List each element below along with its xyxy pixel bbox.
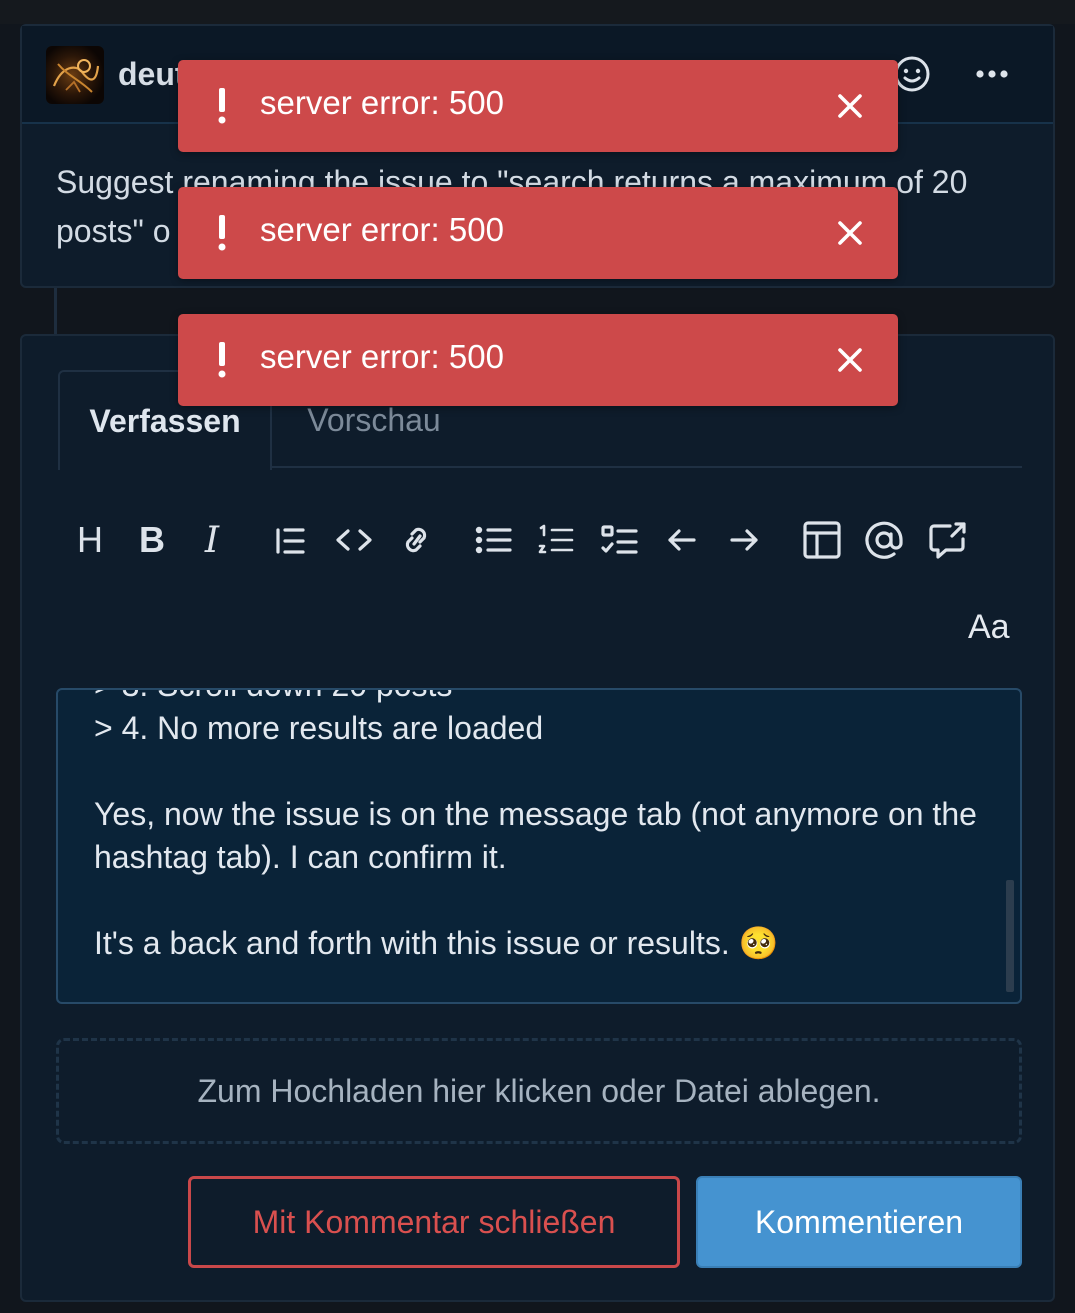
timeline-line xyxy=(54,288,57,334)
close-icon[interactable] xyxy=(832,342,868,378)
markdown-toolbar: H B I xyxy=(68,516,1028,564)
close-icon[interactable] xyxy=(832,88,868,124)
top-strip xyxy=(0,0,1075,24)
ellipsis-icon[interactable] xyxy=(970,52,1014,96)
heading-label: H xyxy=(77,519,103,560)
comment-author[interactable]: deut xyxy=(118,56,186,93)
dragon-avatar-icon xyxy=(52,59,100,93)
textarea-scrollbar[interactable] xyxy=(1006,880,1014,992)
error-toast: server error: 500 xyxy=(178,60,898,152)
toast-message: server error: 500 xyxy=(260,338,504,375)
toast-message: server error: 500 xyxy=(260,211,504,248)
table-icon[interactable] xyxy=(800,516,844,564)
quote-icon[interactable] xyxy=(268,516,312,564)
close-icon[interactable] xyxy=(832,215,868,251)
comment-textarea[interactable]: > 3. Scroll down 20 posts > 4. No more r… xyxy=(56,688,1022,1004)
exclamation-icon xyxy=(218,342,226,378)
error-toast: server error: 500 xyxy=(178,314,898,406)
code-icon[interactable] xyxy=(332,516,376,564)
error-toast: server error: 500 xyxy=(178,187,898,279)
exclamation-icon xyxy=(218,88,226,124)
editor-card: Verfassen Vorschau H B I Aa > 4. No more… xyxy=(20,334,1055,1302)
italic-label: I xyxy=(204,519,220,561)
exclamation-icon xyxy=(218,215,226,251)
task-list-icon[interactable] xyxy=(598,516,642,564)
bold-button[interactable]: B xyxy=(130,516,174,564)
avatar[interactable] xyxy=(46,46,104,104)
reference-icon[interactable] xyxy=(926,516,970,564)
redo-icon[interactable] xyxy=(722,516,766,564)
italic-button[interactable]: I xyxy=(190,516,234,564)
bold-label: B xyxy=(139,519,165,560)
mention-icon[interactable] xyxy=(862,516,906,564)
bullet-list-icon[interactable] xyxy=(472,516,516,564)
close-with-comment-button[interactable]: Mit Kommentar schließen xyxy=(188,1176,680,1268)
comment-button[interactable]: Kommentieren xyxy=(696,1176,1022,1268)
textarea-value: > 3. Scroll down 20 posts > 4. No more r… xyxy=(94,690,977,961)
toast-message: server error: 500 xyxy=(260,84,504,121)
numbered-list-icon[interactable] xyxy=(534,516,578,564)
undo-icon[interactable] xyxy=(660,516,704,564)
heading-button[interactable]: H xyxy=(68,516,112,564)
upload-dropzone[interactable]: Zum Hochladen hier klicken oder Datei ab… xyxy=(56,1038,1022,1144)
font-toggle-button[interactable]: Aa xyxy=(968,608,1010,647)
link-icon[interactable] xyxy=(394,516,438,564)
